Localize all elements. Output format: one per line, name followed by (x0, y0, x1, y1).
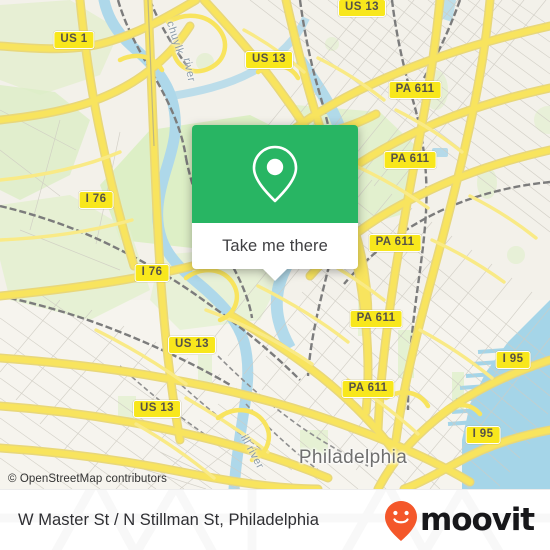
destination-popup-card[interactable]: Take me there (192, 125, 358, 281)
route-shield[interactable]: PA 611 (341, 380, 395, 398)
location-pin-icon (252, 145, 298, 203)
route-shield[interactable]: US 13 (245, 51, 293, 69)
route-shield[interactable]: I 76 (78, 191, 114, 209)
route-shield[interactable]: PA 611 (349, 310, 403, 328)
popup-tail (263, 269, 287, 281)
moovit-wordmark: moovit (420, 502, 535, 538)
route-shield[interactable]: US 13 (338, 0, 386, 17)
route-shield[interactable]: US 13 (133, 400, 181, 418)
route-shield[interactable]: I 95 (465, 426, 501, 444)
popup-cta-area[interactable]: Take me there (192, 223, 358, 281)
route-shield[interactable]: I 76 (134, 264, 170, 282)
route-shield[interactable]: PA 611 (383, 151, 437, 169)
route-shield[interactable]: PA 611 (388, 81, 442, 99)
map-city-label: Philadelphia (298, 447, 408, 468)
route-shield[interactable]: US 1 (53, 31, 95, 49)
map-attribution[interactable]: © OpenStreetMap contributors (8, 473, 167, 485)
location-title: W Master St / N Stillman St, Philadelphi… (18, 511, 319, 529)
route-shield[interactable]: PA 611 (368, 234, 422, 252)
route-shield[interactable]: US 13 (168, 336, 216, 354)
route-shield[interactable]: I 95 (495, 351, 531, 369)
moovit-brand[interactable]: moovit (384, 500, 535, 542)
screenshot-root: Philadelphia chuylk river ill river US 1… (0, 0, 550, 550)
moovit-pin-smile-icon (385, 500, 418, 541)
take-me-there-label: Take me there (222, 236, 328, 255)
popup-pin-area (192, 125, 358, 223)
footer-bar: W Master St / N Stillman St, Philadelphi… (0, 489, 550, 550)
